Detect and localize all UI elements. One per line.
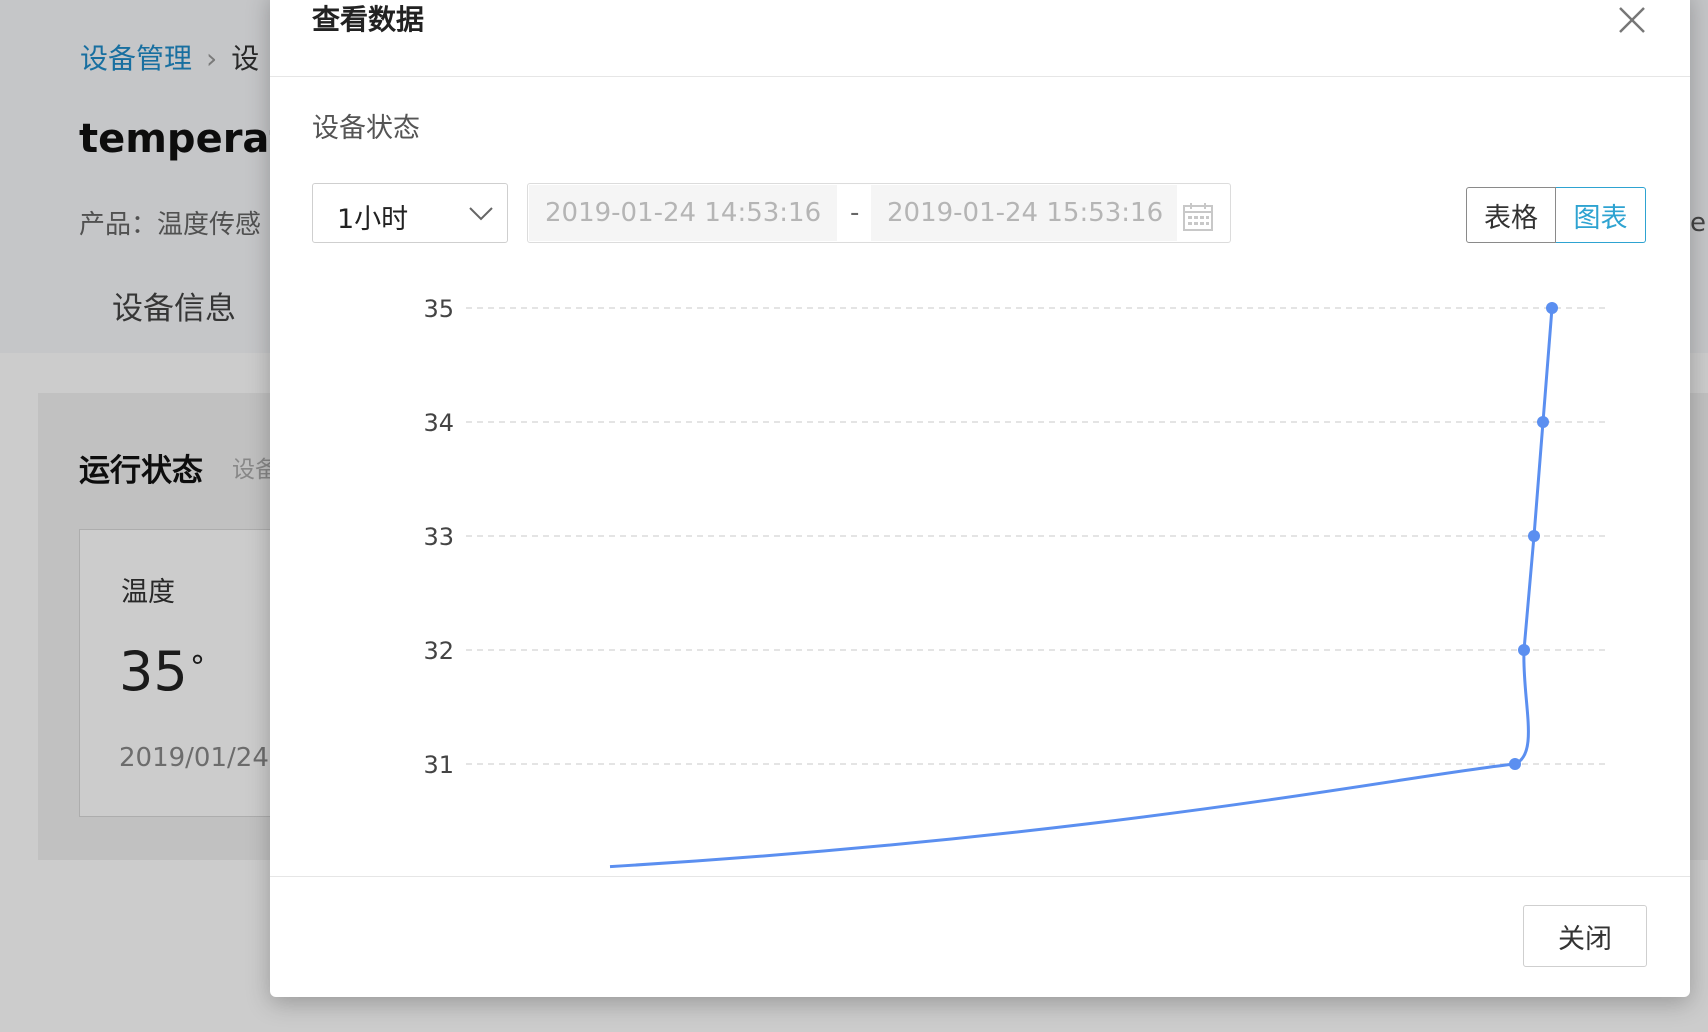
calendar-icon[interactable] — [1182, 202, 1214, 232]
view-toggle: 表格 图表 — [1466, 187, 1646, 243]
data-point — [1528, 530, 1540, 542]
data-point — [1509, 758, 1521, 770]
series-line — [609, 307, 1554, 869]
close-icon[interactable] — [1612, 0, 1652, 40]
header-divider — [270, 76, 1690, 77]
y-tick-label: 34 — [423, 409, 454, 437]
data-point — [1518, 644, 1530, 656]
chevron-down-icon — [469, 207, 493, 221]
y-tick-label: 35 — [423, 295, 454, 323]
y-tick-label: 32 — [423, 637, 454, 665]
time-range-select[interactable]: 1小时 — [312, 183, 508, 243]
footer-divider — [270, 876, 1690, 877]
data-point — [1546, 302, 1558, 314]
date-range-separator: - — [850, 198, 860, 228]
table-view-button[interactable]: 表格 — [1466, 187, 1556, 243]
end-date-input[interactable]: 2019-01-24 15:53:16 — [887, 198, 1163, 228]
data-point — [1537, 416, 1549, 428]
view-data-modal: 查看数据 设备状态 1小时 2019-01-24 14:53:16 - 2019… — [270, 0, 1690, 997]
section-label: 设备状态 — [312, 113, 420, 144]
modal-title: 查看数据 — [312, 3, 425, 36]
y-tick-label: 33 — [423, 523, 454, 551]
temperature-line-chart: 31 32 33 34 35 — [423, 295, 1610, 869]
y-tick-label: 31 — [423, 751, 454, 779]
close-button[interactable]: 关闭 — [1523, 905, 1647, 967]
date-range-picker[interactable]: 2019-01-24 14:53:16 - 2019-01-24 15:53:1… — [527, 183, 1231, 243]
chart-view-button[interactable]: 图表 — [1556, 187, 1646, 243]
start-date-input[interactable]: 2019-01-24 14:53:16 — [545, 198, 821, 228]
time-range-value: 1小时 — [337, 204, 409, 235]
